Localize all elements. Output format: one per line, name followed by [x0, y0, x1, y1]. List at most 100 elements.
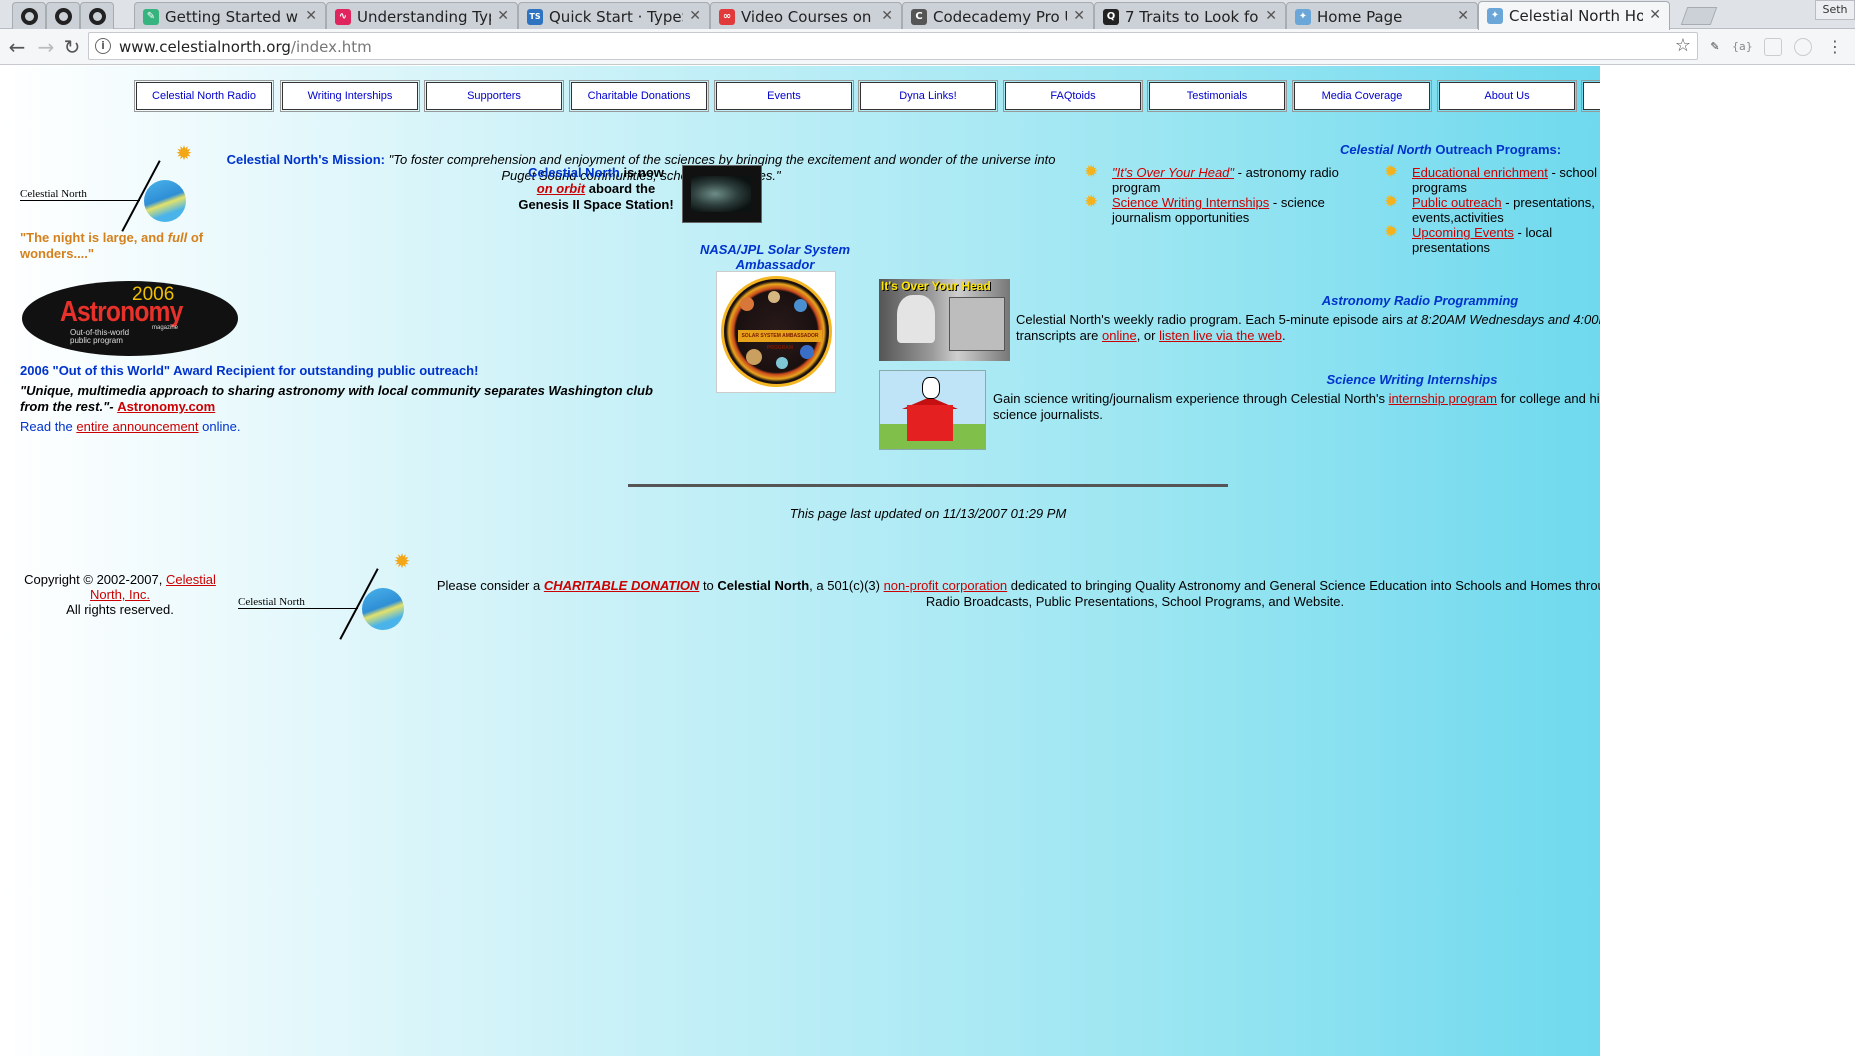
- donate-mid-1: to: [699, 578, 718, 593]
- donate-org: Celestial North: [717, 578, 810, 593]
- orbit-text: Celestial North is now on orbit aboard t…: [515, 165, 677, 213]
- nav-charitable-donations[interactable]: Charitable Donations: [569, 80, 709, 112]
- snoopy-doghouse-image[interactable]: [879, 370, 986, 450]
- bookmark-star-icon[interactable]: ☆: [1675, 36, 1691, 56]
- planet-icon: [794, 299, 807, 312]
- close-icon[interactable]: ✕: [1649, 7, 1661, 23]
- swi-link[interactable]: Science Writing Internships: [1112, 195, 1269, 210]
- tab-home-page[interactable]: ✦ Home Page ✕: [1286, 2, 1478, 29]
- address-bar[interactable]: i www.celestialnorth.org/index.htm ☆: [88, 32, 1698, 60]
- internships-text-1: Gain science writing/journalism experien…: [993, 391, 1389, 406]
- sun-bullet-icon: ✹: [1084, 192, 1099, 212]
- menu-kebab-icon[interactable]: ⋮: [1826, 38, 1844, 56]
- tab-github-3[interactable]: [80, 2, 114, 29]
- donate-mid-2: , a 501(c)(3): [809, 578, 884, 593]
- new-tab-button[interactable]: [1680, 7, 1718, 25]
- outreach-column-2: ✹ Educational enrichment - school program…: [1384, 162, 1604, 256]
- tab-github-1[interactable]: [12, 2, 46, 29]
- internship-program-link[interactable]: internship program: [1389, 391, 1497, 406]
- night-quote-emphasis: full: [167, 230, 188, 245]
- radio-online-link[interactable]: online: [1102, 328, 1137, 343]
- astronomy-com-link[interactable]: Astronomy.com: [117, 399, 215, 414]
- radio-text-4: .: [1281, 328, 1286, 343]
- nav-about-us[interactable]: About Us: [1437, 80, 1577, 112]
- space-station-image[interactable]: [682, 165, 762, 223]
- nav-testimonials[interactable]: Testimonials: [1147, 80, 1287, 112]
- tab-codecademy[interactable]: C Codecademy Pro Up ✕: [902, 2, 1094, 29]
- url-path: /index.htm: [290, 38, 372, 56]
- doghouse: [907, 405, 953, 441]
- tab-github-2[interactable]: [46, 2, 80, 29]
- close-icon[interactable]: ✕: [1457, 8, 1469, 24]
- pen-extension-icon[interactable]: ✎: [1706, 38, 1724, 56]
- tab-celestial-north[interactable]: ✦ Celestial North Hon ✕: [1478, 1, 1670, 30]
- radio-title: Astronomy Radio Programming: [1321, 293, 1519, 308]
- tab-7-traits[interactable]: Q 7 Traits to Look for ✕: [1094, 2, 1286, 29]
- nasa-jpl-link[interactable]: NASA/JPL: [1655, 210, 1716, 225]
- nav-media-coverage[interactable]: Media Coverage: [1292, 80, 1432, 112]
- ooyh-link[interactable]: "It's Over Your Head": [1112, 165, 1234, 180]
- entire-announcement-link[interactable]: entire announcement: [76, 419, 198, 434]
- on-orbit-link[interactable]: on orbit: [537, 181, 585, 196]
- astronomy-award-badge[interactable]: 2006 Astronomy Out-of-this-world public …: [22, 281, 238, 356]
- nav-faqtoids[interactable]: FAQtoids: [1003, 80, 1143, 112]
- charitable-donation-link[interactable]: CHARITABLE DONATION: [544, 578, 700, 593]
- nav-dyna-links[interactable]: Dyna Links!: [858, 80, 998, 112]
- sun-bullet-icon: ✹: [1627, 162, 1642, 182]
- forward-arrow-icon[interactable]: →: [36, 37, 56, 57]
- tab-video-courses[interactable]: ∞ Video Courses on J ✕: [710, 2, 902, 29]
- nav-events[interactable]: Events: [714, 80, 854, 112]
- its-over-your-head-image[interactable]: It's Over Your Head: [879, 279, 1010, 361]
- outreach-item: ✹ "It's Over Your Head" - astronomy radio…: [1084, 164, 1354, 196]
- tab-favicon: Q: [1103, 9, 1119, 25]
- educational-enrichment-link[interactable]: Educational enrichment: [1412, 165, 1548, 180]
- tab-understanding-typescript[interactable]: ∿ Understanding Typ ✕: [326, 2, 518, 29]
- close-icon[interactable]: ✕: [1265, 8, 1277, 24]
- back-arrow-icon[interactable]: ←: [7, 37, 27, 57]
- close-icon[interactable]: ✕: [305, 8, 317, 24]
- outreach-item: ✹ Interviews - scientists, authors: [1627, 194, 1849, 211]
- donate-post: dedicated to bringing Quality Astronomy …: [925, 578, 1834, 609]
- planet-icon: [746, 349, 762, 365]
- info-icon[interactable]: i: [95, 38, 111, 54]
- nav-contact-us[interactable]: Contact Us: [1581, 80, 1721, 112]
- close-icon[interactable]: ✕: [1073, 8, 1085, 24]
- outreach-item: ✹ NASA/JPL - Solar System Ambassador: [1627, 207, 1849, 241]
- non-profit-link[interactable]: non-profit corporation: [884, 578, 1008, 593]
- listen-live-link[interactable]: listen live via the web: [1159, 328, 1282, 343]
- night-quote: "The night is large, and full of wonders…: [20, 230, 220, 262]
- reload-icon[interactable]: ↻: [62, 37, 82, 57]
- extension-icon[interactable]: [1764, 38, 1782, 56]
- orbit-org-name: Celestial North: [528, 165, 620, 180]
- snoopy-figure: [922, 377, 940, 399]
- code-extension-icon[interactable]: {a}: [1732, 38, 1753, 56]
- tab-title: Video Courses on J: [741, 8, 875, 26]
- url-text: www.celestialnorth.org/index.htm: [119, 38, 372, 56]
- sun-bullet-icon: ✹: [1384, 162, 1399, 182]
- special-series-link[interactable]: Special Series: [1655, 165, 1738, 180]
- internships-title: Science Writing Internships: [1326, 372, 1498, 387]
- tab-getting-started[interactable]: ✎ Getting Started wit ✕: [134, 2, 326, 29]
- extension-icon[interactable]: [1794, 38, 1812, 56]
- tab-favicon: ∿: [335, 9, 351, 25]
- badge-magazine: magazine: [152, 325, 179, 331]
- interviews-link[interactable]: Interviews: [1655, 195, 1714, 210]
- upcoming-events-link[interactable]: Upcoming Events: [1412, 225, 1514, 240]
- close-icon[interactable]: ✕: [689, 8, 701, 24]
- nav-celestial-north-radio[interactable]: Celestial North Radio: [134, 80, 274, 112]
- badge-subtitle: Out-of-this-world public program: [70, 328, 130, 345]
- profile-button[interactable]: Seth: [1815, 0, 1855, 20]
- award-section: 2006 "Out of this World" Award Recipient…: [20, 363, 680, 435]
- nav-writing-interships[interactable]: Writing Interships: [280, 80, 420, 112]
- close-icon[interactable]: ✕: [881, 8, 893, 24]
- outreach-title: Celestial North Outreach Programs:: [1340, 142, 1561, 158]
- browser-toolbar: ← → ↻ i www.celestialnorth.org/index.htm…: [0, 29, 1855, 65]
- close-icon[interactable]: ✕: [497, 8, 509, 24]
- public-outreach-link[interactable]: Public outreach: [1412, 195, 1502, 210]
- tab-quick-start[interactable]: TS Quick Start · TypeSc ✕: [518, 2, 710, 29]
- outreach-item-text: - Solar System Ambassador: [1655, 210, 1805, 240]
- copyright: Copyright © 2002-2007, Celestial North, …: [20, 572, 220, 617]
- nav-supporters[interactable]: Supporters: [424, 80, 564, 112]
- sun-bullet-icon: ✹: [1627, 207, 1642, 227]
- solar-system-ambassador-logo[interactable]: SOLAR SYSTEM AMBASSADOR PROGRAM: [716, 271, 836, 393]
